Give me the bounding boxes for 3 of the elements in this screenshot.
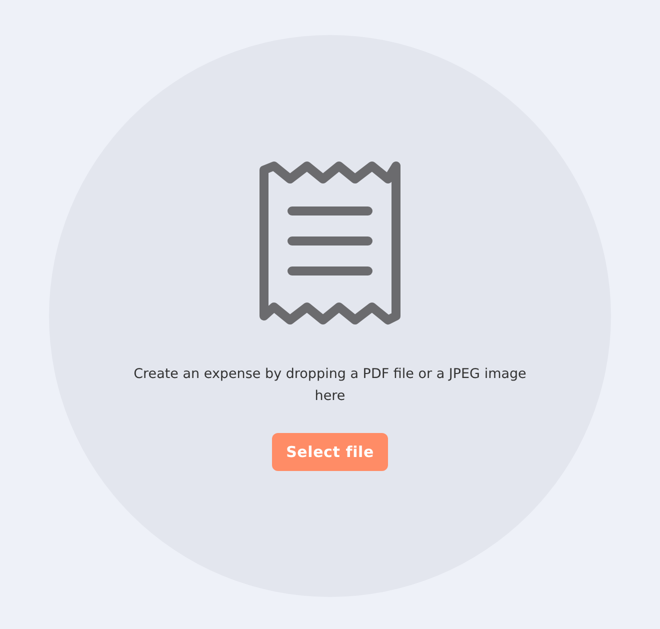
receipt-icon (259, 161, 401, 325)
drop-instructions: Create an expense by dropping a PDF file or a JPEG image here (132, 365, 528, 406)
drop-area[interactable]: Create an expense by dropping a PDF file or a JPEG image here Select file (49, 35, 611, 597)
